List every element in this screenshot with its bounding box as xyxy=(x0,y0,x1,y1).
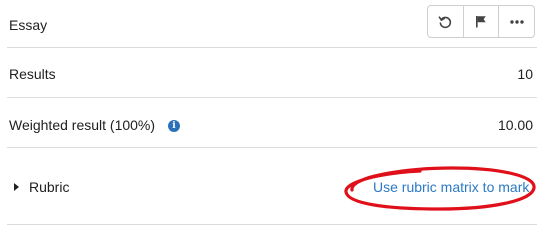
expand-caret-icon[interactable] xyxy=(14,183,19,191)
essay-title: Essay xyxy=(9,17,48,33)
more-options-icon xyxy=(509,19,524,24)
divider xyxy=(7,147,537,148)
results-label: Results xyxy=(9,66,56,82)
info-glyph: i xyxy=(172,120,176,131)
question-toolbar xyxy=(427,5,535,38)
reset-button[interactable] xyxy=(428,6,464,37)
flag-icon xyxy=(476,16,486,28)
undo-icon xyxy=(438,15,452,28)
weighted-result-label: Weighted result (100%) xyxy=(9,117,156,133)
weighted-result-value: 10.00 xyxy=(497,117,533,133)
divider xyxy=(7,224,537,225)
more-options-button[interactable] xyxy=(499,6,534,37)
essay-grading-panel: Essay Results 10 Weighted result (100%) … xyxy=(0,0,541,243)
info-icon[interactable]: i xyxy=(168,120,180,132)
rubric-toggle-label[interactable]: Rubric xyxy=(29,179,69,195)
flag-button[interactable] xyxy=(464,6,500,37)
divider xyxy=(7,47,537,48)
use-rubric-matrix-link[interactable]: Use rubric matrix to mark xyxy=(373,179,529,195)
results-value: 10 xyxy=(517,66,533,82)
divider xyxy=(7,97,537,98)
